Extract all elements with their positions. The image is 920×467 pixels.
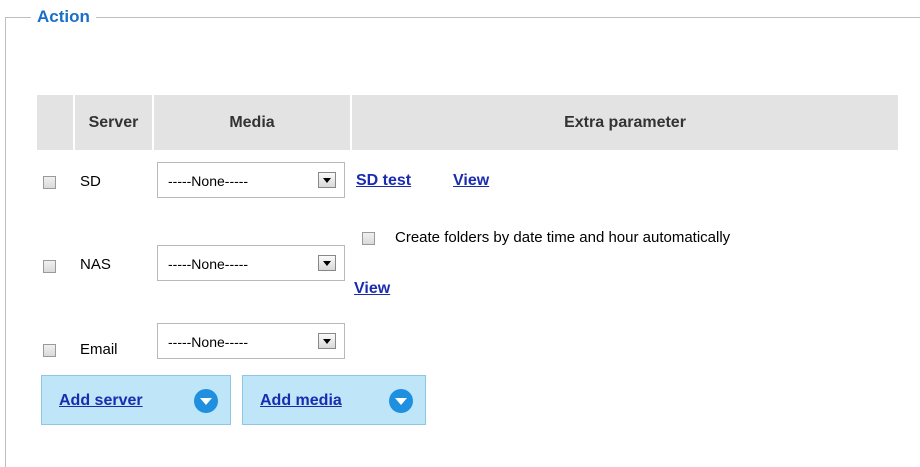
- dropdown-arrow-icon[interactable]: [318, 172, 336, 188]
- header-extra-parameter: Extra parameter: [352, 95, 898, 150]
- email-label: Email: [80, 341, 118, 358]
- email-media-select[interactable]: -----None-----: [157, 323, 345, 359]
- create-folders-label: Create folders by date time and hour aut…: [395, 229, 731, 246]
- nas-view-link[interactable]: View: [354, 280, 390, 298]
- chevron-down-icon: [389, 389, 413, 413]
- sd-view-link[interactable]: View: [453, 172, 489, 190]
- chevron-down-icon: [194, 389, 218, 413]
- email-media-value: -----None-----: [168, 334, 249, 350]
- nas-label: NAS: [80, 256, 111, 273]
- add-server-label: Add server: [59, 392, 143, 409]
- fieldset-border-left: [5, 17, 6, 467]
- header-media: Media: [154, 95, 350, 150]
- sd-media-select[interactable]: -----None-----: [157, 162, 345, 198]
- dropdown-arrow-icon[interactable]: [318, 333, 336, 349]
- sd-checkbox[interactable]: [43, 176, 56, 189]
- add-media-button[interactable]: Add media: [242, 375, 426, 425]
- fieldset-border-top: [5, 17, 920, 18]
- header-server: Server: [75, 95, 152, 150]
- dropdown-arrow-icon[interactable]: [318, 255, 336, 271]
- nas-media-select[interactable]: -----None-----: [157, 245, 345, 281]
- sd-label: SD: [80, 173, 101, 190]
- email-checkbox[interactable]: [43, 344, 56, 357]
- header-select-cell: [37, 95, 73, 150]
- sd-media-value: -----None-----: [168, 173, 249, 189]
- section-legend: Action: [31, 7, 96, 27]
- add-server-button[interactable]: Add server: [41, 375, 231, 425]
- nas-checkbox[interactable]: [43, 260, 56, 273]
- add-media-label: Add media: [260, 392, 342, 409]
- create-folders-checkbox[interactable]: [362, 232, 375, 245]
- nas-media-value: -----None-----: [168, 256, 249, 272]
- sd-test-link[interactable]: SD test: [356, 172, 411, 190]
